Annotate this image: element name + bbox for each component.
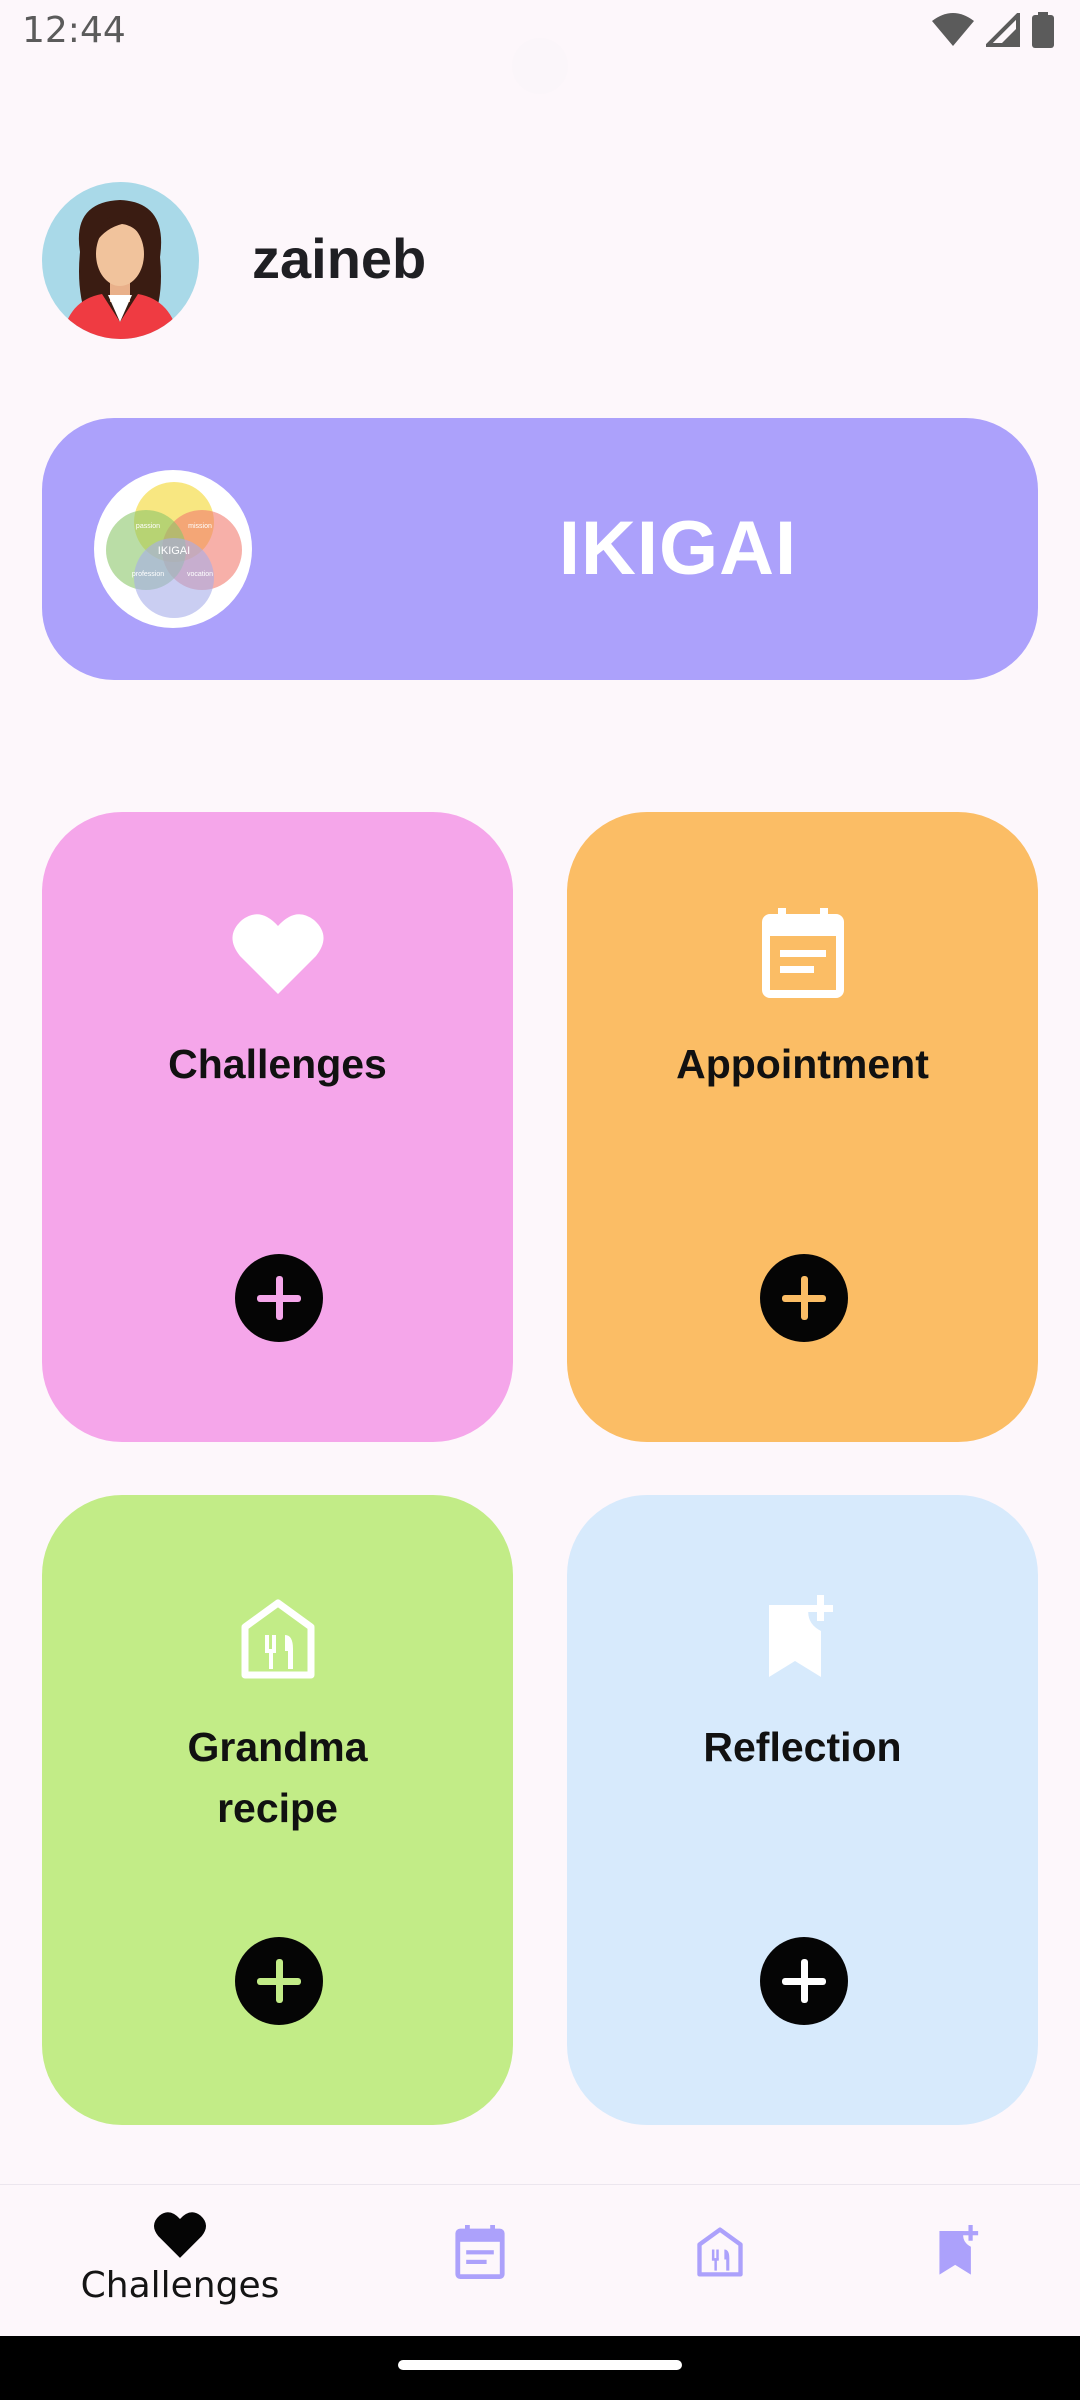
username: zaineb — [252, 227, 427, 290]
bookmark-add-icon — [939, 2225, 979, 2275]
add-appointment-button[interactable] — [760, 1254, 848, 1342]
gesture-navigation-bar — [0, 2336, 1080, 2400]
ikigai-logo-mission: mission — [188, 523, 212, 530]
add-challenge-button[interactable] — [235, 1254, 323, 1342]
grandma-recipe-title: Grandma recipe — [42, 1717, 513, 1839]
bottom-navigation: Challenges — [0, 2184, 1080, 2337]
status-icons — [932, 12, 1054, 48]
appointment-title: Appointment — [676, 1041, 929, 1087]
grandma-recipe-title-line2: recipe — [217, 1785, 338, 1831]
avatar[interactable] — [42, 182, 199, 339]
reflection-title: Reflection — [703, 1724, 902, 1770]
woman-avatar-icon — [62, 200, 179, 339]
challenges-title: Challenges — [168, 1041, 387, 1087]
add-reflection-button[interactable] — [760, 1937, 848, 2025]
add-recipe-button[interactable] — [235, 1937, 323, 2025]
appointment-card[interactable]: Appointment — [567, 812, 1038, 1442]
ikigai-banner[interactable]: IKIGAI passion mission profession vocati… — [42, 418, 1038, 680]
calendar-icon — [455, 2225, 505, 2279]
heart-icon — [153, 2212, 207, 2258]
nav-item-challenges[interactable]: Challenges — [81, 2185, 279, 2337]
grandma-recipe-card[interactable]: Grandma recipe — [42, 1495, 513, 2125]
ikigai-venn-logo: IKIGAI passion mission profession vocati… — [94, 470, 252, 628]
status-time: 12:44 — [22, 10, 126, 51]
cell-signal-icon — [986, 13, 1020, 47]
restaurant-icon — [697, 2227, 743, 2277]
home-gesture-handle[interactable] — [398, 2360, 682, 2370]
challenges-card[interactable]: Challenges — [42, 812, 513, 1442]
bookmark-add-icon — [567, 1595, 1038, 1681]
reflection-card[interactable]: Reflection — [567, 1495, 1038, 2125]
ikigai-logo-vocation: vocation — [187, 571, 213, 578]
grandma-recipe-title-line1: Grandma — [187, 1724, 368, 1770]
restaurant-icon — [42, 1599, 513, 1679]
status-bar: 12:44 — [0, 0, 1080, 94]
wifi-icon — [932, 13, 974, 46]
ikigai-logo-passion: passion — [136, 523, 160, 530]
battery-icon — [1032, 12, 1054, 48]
ikigai-logo-profession: profession — [132, 571, 164, 578]
heart-icon — [42, 912, 513, 996]
ikigai-logo-center: IKIGAI — [158, 545, 190, 557]
nav-item-reflection[interactable] — [870, 2185, 1050, 2337]
nav-item-appointment[interactable] — [390, 2185, 570, 2337]
calendar-icon — [567, 908, 1038, 998]
nav-label-challenges: Challenges — [80, 2265, 280, 2306]
front-camera — [512, 38, 568, 94]
nav-item-grandma-recipe[interactable] — [630, 2185, 810, 2337]
ikigai-title: IKIGAI — [558, 506, 798, 591]
